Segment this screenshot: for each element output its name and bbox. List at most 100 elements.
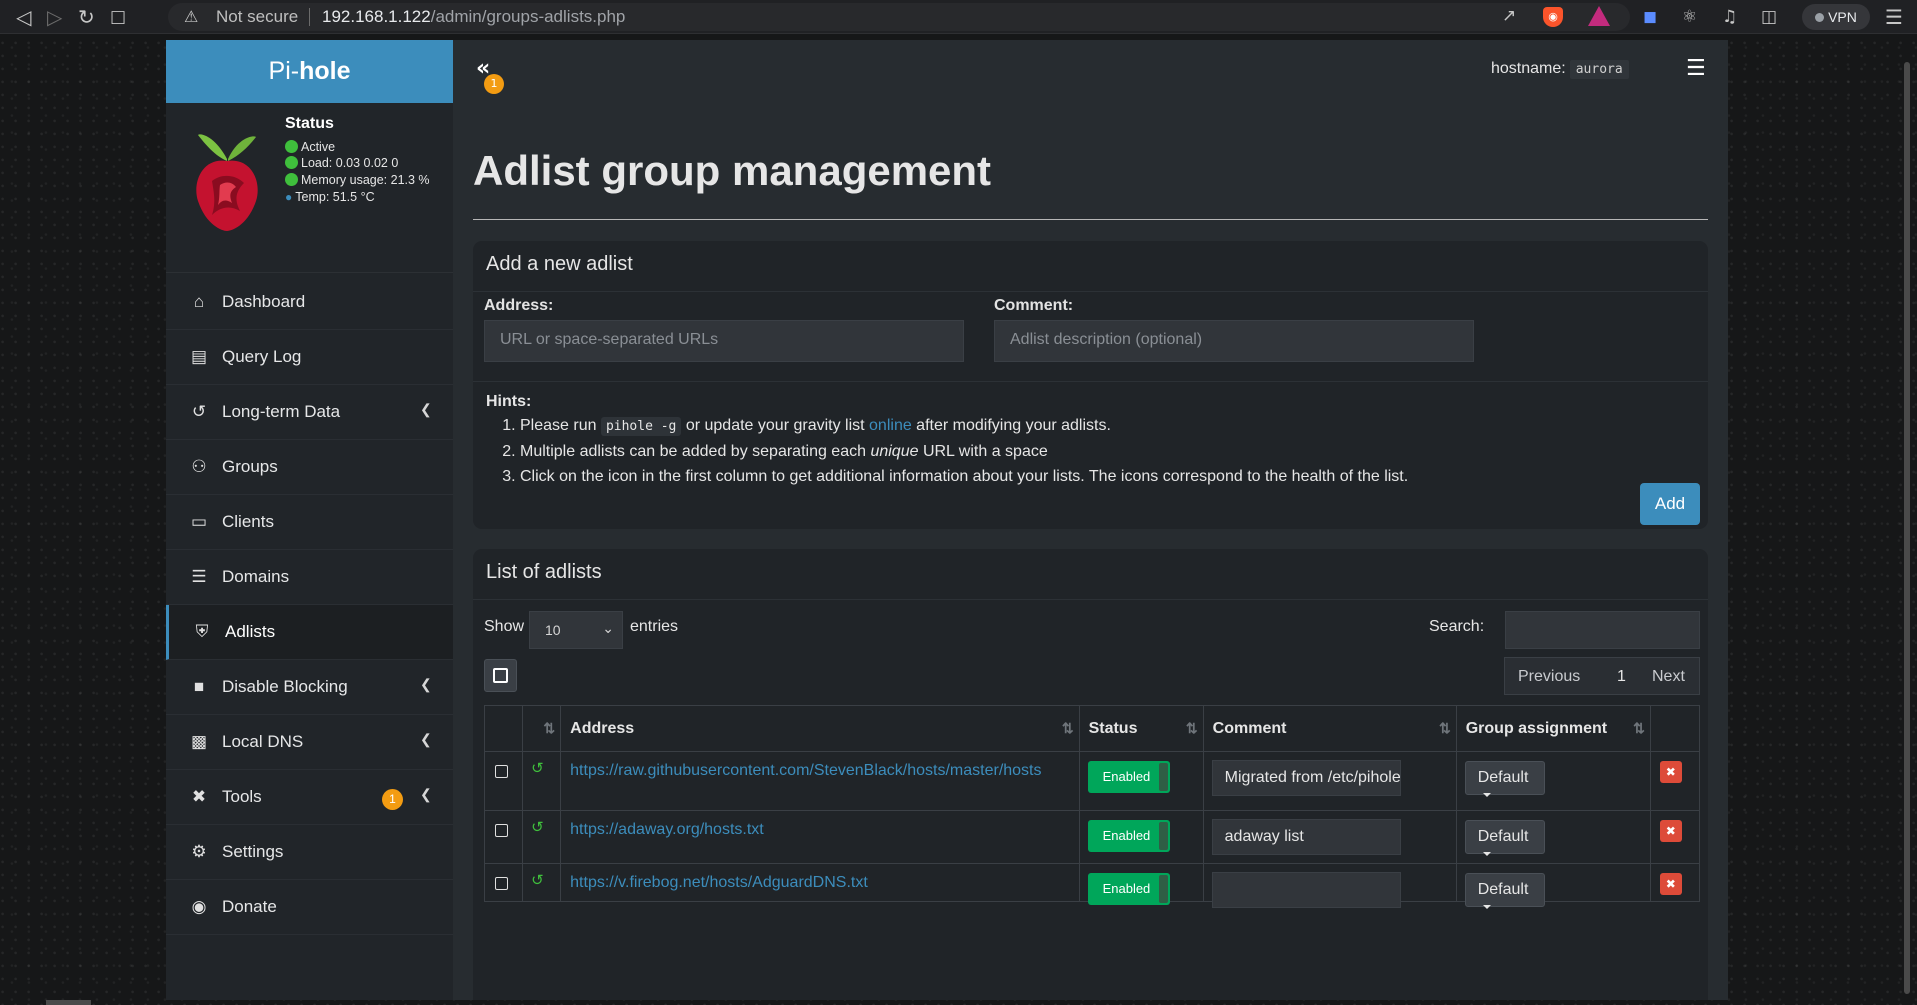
sidebar-item-local-dns[interactable]: ▩ Local DNS ❮ — [166, 715, 453, 770]
comment-column-header[interactable]: Comment ⇅ — [1202, 705, 1457, 752]
bitwarden-icon[interactable]: ◼ — [1643, 6, 1657, 28]
sidebar-item-groups[interactable]: ⚇ Groups — [166, 440, 453, 495]
status-toggle[interactable]: Enabled — [1087, 873, 1170, 905]
search-label: Search: — [1429, 618, 1485, 635]
gear-icon: ⚙ — [191, 842, 207, 861]
row-checkbox[interactable] — [495, 877, 508, 890]
logo[interactable]: Pi-hole — [166, 40, 453, 103]
adlist-list-box: List of adlists Show 10 ⌄ entries Search:… — [473, 549, 1708, 1000]
group-column-header[interactable]: Group assignment ⇅ — [1455, 705, 1651, 752]
adlist-address-link[interactable]: https://adaway.org/hosts.txt — [561, 811, 1078, 848]
sidebar-item-settings[interactable]: ⚙ Settings — [166, 825, 453, 880]
share-icon[interactable]: ↗ — [1502, 6, 1516, 26]
stop-icon: ■ — [193, 677, 205, 696]
address-input[interactable]: URL or space-separated URLs — [484, 320, 964, 362]
home-icon: ⌂ — [193, 292, 205, 311]
page-1-button[interactable]: 1 — [1617, 668, 1626, 686]
trash-icon[interactable]: ✖ — [1659, 820, 1682, 842]
address-label: Address: — [484, 297, 554, 314]
comment-field[interactable]: adaway list — [1211, 819, 1401, 855]
sidebar-item-disable-blocking[interactable]: ■ Disable Blocking ❮ — [166, 660, 453, 715]
select-all-button[interactable] — [484, 659, 517, 692]
sidebar-icon[interactable]: ◫ — [1761, 6, 1777, 28]
group-select[interactable]: Default — [1464, 761, 1545, 797]
url-text[interactable]: 192.168.1.122/admin/groups-adlists.php — [322, 7, 625, 27]
warning-icon[interactable]: ⚠ — [184, 7, 198, 26]
users-icon: ⚇ — [191, 457, 207, 476]
brave-rewards-icon[interactable] — [1588, 6, 1610, 26]
bookmark-icon[interactable]: □ — [110, 6, 126, 28]
raspberry-logo-icon — [196, 134, 258, 231]
history-icon[interactable]: ↺ — [531, 871, 544, 889]
table-row: ↺ https://v.firebog.net/hosts/AdguardDNS… — [483, 863, 1701, 909]
tools-icon: ✖ — [191, 787, 207, 806]
history-icon: ↺ — [191, 402, 207, 421]
sidebar-item-adlists[interactable]: ⛨ Adlists — [166, 605, 453, 660]
tools-badge: 1 — [382, 789, 403, 810]
entries-select[interactable]: 10 ⌄ — [529, 611, 623, 649]
status-toggle[interactable]: Enabled — [1087, 761, 1170, 793]
forward-icon[interactable]: ▷ — [47, 6, 62, 28]
adlist-address-link[interactable]: https://raw.githubusercontent.com/Steven… — [561, 752, 1078, 789]
extensions-icon[interactable]: ⚛ — [1682, 6, 1697, 28]
menu-icon[interactable]: ☰ — [1686, 56, 1706, 81]
table-row: ↺ https://raw.githubusercontent.com/Stev… — [483, 751, 1701, 811]
group-select[interactable]: Default — [1464, 820, 1545, 856]
address-column-header[interactable]: Address ⇅ — [560, 705, 1080, 752]
adlist-address-link[interactable]: https://v.firebog.net/hosts/AdguardDNS.t… — [561, 864, 1078, 901]
comment-field[interactable] — [1211, 872, 1401, 908]
row-checkbox[interactable] — [495, 824, 508, 837]
comment-input[interactable]: Adlist description (optional) — [994, 320, 1474, 362]
shield-icon: ⛨ — [195, 622, 209, 641]
browser-menu-icon[interactable]: ☰ — [1885, 6, 1903, 28]
adlist-list-title: List of adlists — [473, 549, 1708, 600]
reload-icon[interactable]: ↻ — [78, 6, 95, 28]
notification-badge[interactable]: 1 — [484, 74, 504, 94]
address-bar[interactable]: ⚠ Not secure 192.168.1.122/admin/groups-… — [168, 3, 1630, 31]
divider — [309, 8, 310, 26]
sidebar-item-domains[interactable]: ☰ Domains — [166, 550, 453, 605]
back-icon[interactable]: ◁ — [16, 6, 31, 28]
status-title: Status — [285, 115, 334, 132]
chevron-left-icon: ❮ — [420, 401, 432, 417]
hints-title: Hints: — [486, 393, 532, 410]
health-column-header[interactable]: ⇅ — [522, 705, 562, 752]
comment-field[interactable]: Migrated from /etc/pihole/adlists.list — [1211, 760, 1401, 796]
online-link[interactable]: online — [869, 417, 912, 434]
table-row: ↺ https://adaway.org/hosts.txt Enabled a… — [483, 810, 1701, 864]
adlists-table: ⇅ Address ⇅ Status ⇅ Comment ⇅ Group assign… — [483, 705, 1701, 909]
next-button[interactable]: Next — [1652, 668, 1685, 686]
search-input[interactable] — [1505, 611, 1700, 649]
previous-button[interactable]: Previous — [1518, 668, 1580, 686]
horizontal-scrollbar[interactable] — [46, 1000, 91, 1005]
hostname-display: hostname: aurora — [1491, 60, 1629, 79]
media-icon[interactable]: ♫ — [1722, 6, 1737, 28]
security-label[interactable]: Not secure — [216, 7, 298, 27]
sidebar-item-tools[interactable]: ✖ Tools 1 ❮ — [166, 770, 453, 825]
sidebar-item-dashboard[interactable]: ⌂ Dashboard — [166, 275, 453, 330]
add-adlist-box: Add a new adlist Address: URL or space-s… — [473, 241, 1708, 529]
history-icon[interactable]: ↺ — [531, 759, 544, 777]
status-toggle[interactable]: Enabled — [1087, 820, 1170, 852]
chevron-left-icon: ❮ — [420, 676, 432, 692]
chevron-left-icon: ❮ — [420, 731, 432, 747]
chevron-down-icon: ⌄ — [602, 620, 614, 636]
status-active: Active — [285, 140, 335, 154]
add-button[interactable]: Add — [1640, 483, 1700, 525]
trash-icon[interactable]: ✖ — [1659, 873, 1682, 895]
status-column-header[interactable]: Status ⇅ — [1078, 705, 1204, 752]
brave-shields-icon[interactable]: ◉ — [1543, 7, 1563, 27]
sidebar-item-long-term-data[interactable]: ↺ Long-term Data ❮ — [166, 385, 453, 440]
row-checkbox[interactable] — [495, 765, 508, 778]
top-navbar: « 1 hostname: aurora ☰ — [453, 40, 1728, 103]
vertical-scrollbar[interactable] — [1900, 40, 1917, 1005]
sidebar-item-query-log[interactable]: ▤ Query Log — [166, 330, 453, 385]
sidebar-item-donate[interactable]: ◉ Donate — [166, 880, 453, 935]
sidebar-item-clients[interactable]: ▭ Clients — [166, 495, 453, 550]
history-icon[interactable]: ↺ — [531, 818, 544, 836]
browser-toolbar: ◁ ▷ ↻ □ ⚠ Not secure 192.168.1.122/admin… — [0, 0, 1917, 34]
trash-icon[interactable]: ✖ — [1659, 761, 1682, 783]
group-select[interactable]: Default — [1464, 873, 1545, 909]
status-temp: ● Temp: 51.5 °C — [285, 190, 375, 204]
vpn-button[interactable]: VPN — [1802, 4, 1870, 30]
